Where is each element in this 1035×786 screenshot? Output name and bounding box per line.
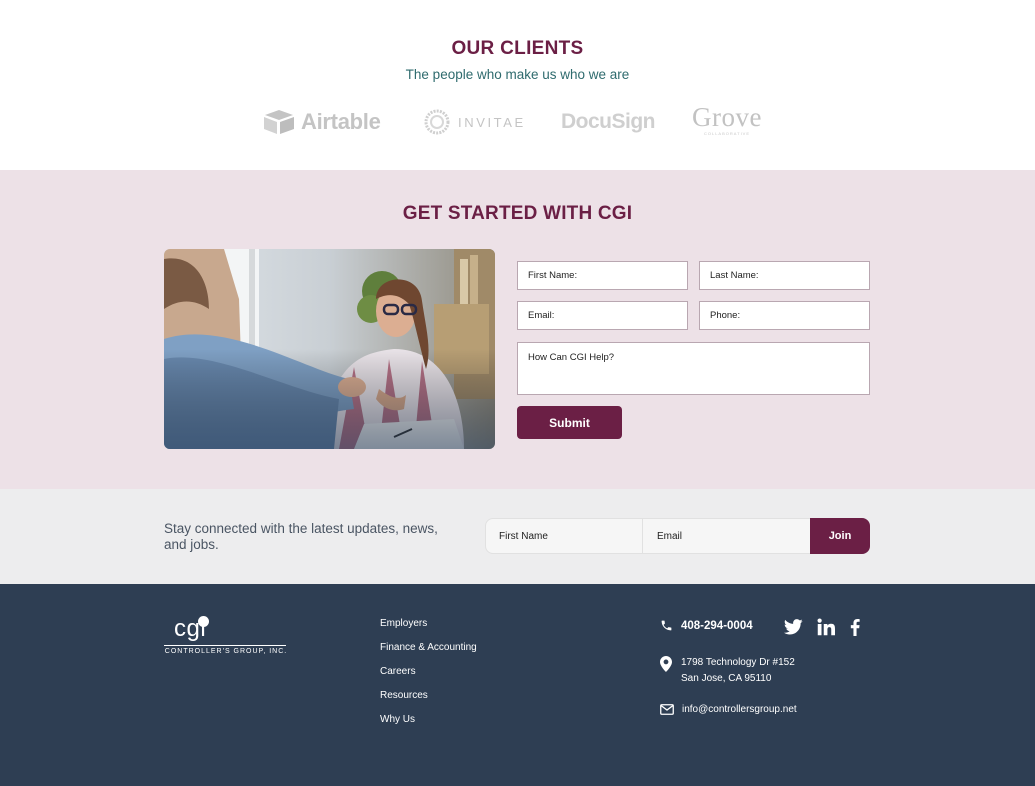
get-started-section: GET STARTED WITH CGI First Name: Last Na…: [0, 170, 1035, 489]
footer-phone-text: 408-294-0004: [681, 619, 753, 632]
twitter-icon: [783, 619, 803, 635]
facebook-link[interactable]: [846, 617, 864, 637]
twitter-link[interactable]: [782, 617, 804, 637]
footer-link-finance-accounting[interactable]: Finance & Accounting: [380, 642, 477, 666]
newsletter-section: Stay connected with the latest updates, …: [0, 489, 1035, 584]
newsletter-first-name-input[interactable]: First Name: [486, 519, 643, 553]
join-button[interactable]: Join: [810, 518, 870, 554]
footer-link-employers[interactable]: Employers: [380, 618, 477, 642]
linkedin-icon: [817, 618, 835, 636]
footer-address-line2: San Jose, CA 95110: [681, 673, 772, 684]
phone-field[interactable]: Phone:: [699, 301, 870, 330]
newsletter-email-input[interactable]: Email: [644, 519, 811, 553]
help-message-field[interactable]: How Can CGI Help?: [517, 342, 870, 395]
cgi-logo-tagline: CONTROLLER'S GROUP, INC.: [164, 648, 288, 655]
cgi-logo-divider: [164, 645, 286, 646]
site-footer: cgi CONTROLLER'S GROUP, INC. Employers F…: [0, 584, 1035, 786]
footer-link-careers[interactable]: Careers: [380, 666, 477, 690]
clients-subtitle: The people who make us who we are: [405, 67, 630, 82]
clients-section: OUR CLIENTS The people who make us who w…: [0, 0, 1035, 170]
clients-title: OUR CLIENTS: [451, 38, 584, 59]
client-logo-grove: Grove COLLABORATIVE: [692, 104, 762, 140]
footer-link-resources[interactable]: Resources: [380, 690, 477, 714]
handshake-photo: [164, 249, 495, 449]
cgi-logo[interactable]: cgi CONTROLLER'S GROUP, INC.: [164, 614, 288, 660]
linkedin-link[interactable]: [815, 617, 837, 637]
cgi-logo-dot-icon: [198, 616, 209, 627]
client-logo-docusign: DocuSign: [561, 104, 656, 140]
client-logo-grove-text: Grove: [692, 102, 762, 132]
footer-phone[interactable]: 408-294-0004: [660, 619, 753, 632]
footer-address-line1: 1798 Technology Dr #152: [681, 657, 795, 668]
phone-icon: [661, 620, 672, 631]
newsletter-text: Stay connected with the latest updates, …: [164, 521, 438, 552]
footer-address: 1798 Technology Dr #152 San Jose, CA 951…: [660, 656, 795, 687]
airtable-box-icon: [264, 110, 294, 134]
footer-nav: Employers Finance & Accounting Careers R…: [380, 618, 477, 738]
location-pin-icon: [660, 656, 672, 672]
invitae-ring-icon: [424, 109, 450, 135]
client-logo-invitae: INVITAE: [424, 104, 526, 140]
footer-link-why-us[interactable]: Why Us: [380, 714, 477, 738]
facebook-icon: [850, 618, 860, 636]
email-field[interactable]: Email:: [517, 301, 688, 330]
footer-email-text: info@controllersgroup.net: [682, 704, 797, 715]
client-logo-airtable: Airtable: [263, 104, 381, 140]
get-started-title: GET STARTED WITH CGI: [402, 203, 633, 224]
last-name-field[interactable]: Last Name:: [699, 261, 870, 290]
submit-button[interactable]: Submit: [517, 406, 622, 439]
client-logo-invitae-text: INVITAE: [458, 114, 526, 130]
footer-email[interactable]: info@controllersgroup.net: [660, 704, 797, 715]
first-name-field[interactable]: First Name:: [517, 261, 688, 290]
client-logo-docusign-text: DocuSign: [561, 110, 656, 133]
client-logo-grove-tagline: COLLABORATIVE: [703, 131, 751, 136]
client-logo-airtable-text: Airtable: [301, 109, 381, 134]
mail-icon: [660, 704, 674, 715]
